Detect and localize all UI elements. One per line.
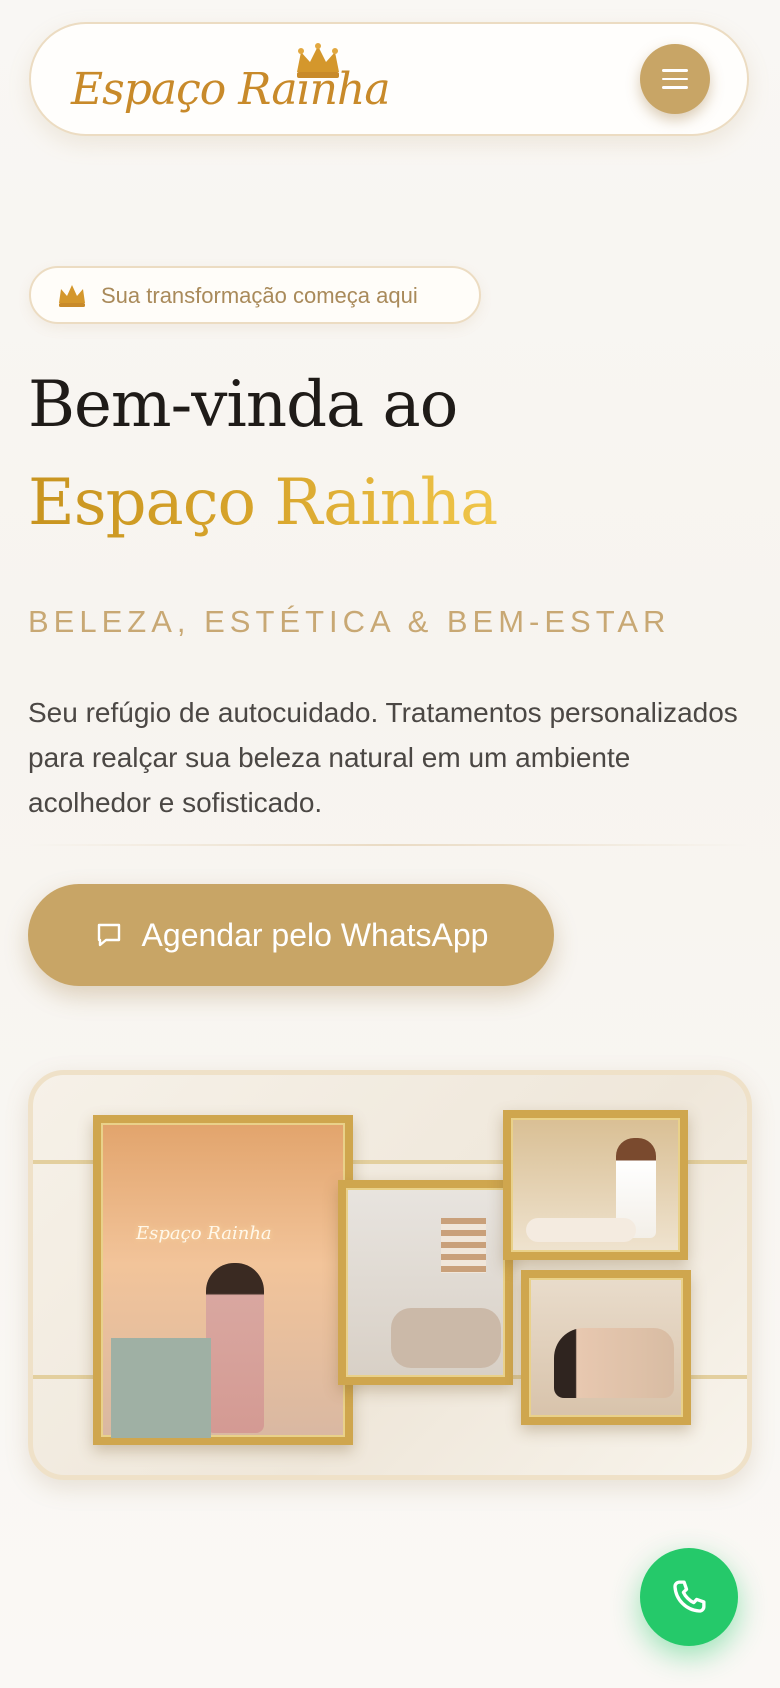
top-navbar: Espaço Rainha <box>29 22 749 136</box>
hero-tagline: BELEZA, ESTÉTICA & BEM-ESTAR <box>28 604 671 639</box>
chat-bubble-icon <box>97 923 120 947</box>
person-figure <box>206 1263 264 1433</box>
reception-sign: Espaço Rainha <box>136 1223 272 1244</box>
hamburger-line <box>662 77 688 81</box>
hamburger-menu-icon <box>662 69 688 72</box>
divider <box>28 844 748 846</box>
badge-text: Sua transformação começa aqui <box>101 283 418 308</box>
reception-photo: Espaço Rainha <box>93 1115 353 1445</box>
hamburger-line <box>662 86 688 89</box>
relaxing-client <box>554 1328 674 1398</box>
chairs <box>391 1308 501 1368</box>
treatment-room-photo <box>338 1180 513 1385</box>
hero-title-line1: Bem-vinda ao <box>28 368 458 442</box>
logo-crown-icon <box>297 43 339 78</box>
facial-treatment-photo <box>503 1110 688 1260</box>
hero-title-brand: Espaço Rainha <box>28 466 498 540</box>
relaxation-photo <box>521 1270 691 1425</box>
menu-button[interactable] <box>640 44 710 114</box>
client-figure <box>526 1218 636 1242</box>
reception-desk <box>111 1338 211 1438</box>
whatsapp-booking-label: Agendar pelo WhatsApp <box>141 916 489 953</box>
hero-description: Seu refúgio de autocuidado. Tratamentos … <box>28 697 738 818</box>
call-button[interactable] <box>640 1548 738 1646</box>
phone-icon <box>673 1580 706 1613</box>
hero-badge: Sua transformação começa aqui <box>29 266 481 324</box>
crown-icon <box>59 285 85 307</box>
shelf <box>441 1218 486 1273</box>
salon-gallery-image: Espaço Rainha <box>28 1070 752 1480</box>
whatsapp-booking-button[interactable]: Agendar pelo WhatsApp <box>28 884 554 986</box>
